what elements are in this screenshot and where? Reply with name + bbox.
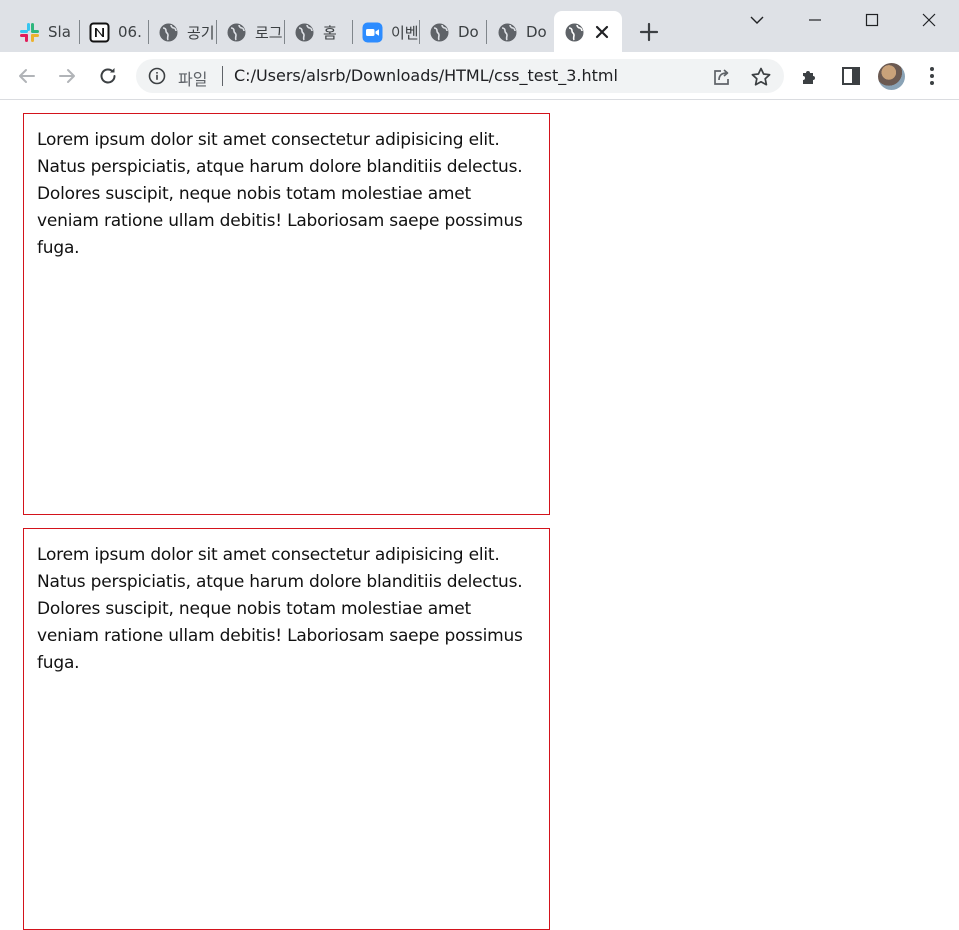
text-box: Lorem ipsum dolor sit amet consectetur a… <box>23 528 550 930</box>
tab-zoom[interactable]: 이벤 <box>352 12 418 52</box>
address-bar[interactable]: 파일 C:/Users/alsrb/Downloads/HTML/css_tes… <box>136 59 784 93</box>
new-tab-icon[interactable] <box>638 21 660 43</box>
globe-icon <box>498 23 517 41</box>
site-info-icon[interactable] <box>148 67 166 85</box>
maximize-icon[interactable] <box>857 6 887 34</box>
share-icon[interactable] <box>710 66 732 88</box>
globe-icon <box>227 23 246 41</box>
side-panel-icon[interactable] <box>839 64 863 88</box>
tab-active[interactable] <box>554 11 622 52</box>
tab-label: 06. <box>118 23 142 41</box>
globe-icon <box>159 23 178 41</box>
bookmark-star-icon[interactable] <box>750 66 772 88</box>
tab-label: Do <box>458 23 479 41</box>
tab-search-chevron-icon[interactable] <box>742 6 772 34</box>
extensions-puzzle-icon[interactable] <box>799 64 823 88</box>
more-menu-icon[interactable] <box>920 64 944 88</box>
tab-3[interactable]: 공기 <box>148 12 216 52</box>
profile-avatar[interactable] <box>878 63 905 90</box>
globe-icon <box>430 23 449 41</box>
globe-icon <box>565 23 584 42</box>
browser-toolbar: 파일 C:/Users/alsrb/Downloads/HTML/css_tes… <box>0 52 959 100</box>
tab-notion[interactable]: 06. <box>79 12 147 52</box>
close-tab-icon[interactable] <box>594 24 610 40</box>
tab-label: Do <box>526 23 547 41</box>
zoom-icon <box>362 22 383 42</box>
url-divider <box>222 66 223 86</box>
close-window-icon[interactable] <box>914 6 944 34</box>
text-box: Lorem ipsum dolor sit amet consectetur a… <box>23 113 550 515</box>
box-paragraph: Lorem ipsum dolor sit amet consectetur a… <box>37 545 523 673</box>
tab-slack[interactable]: Sla <box>9 12 79 52</box>
slack-icon <box>20 22 39 42</box>
reload-icon[interactable] <box>96 64 120 88</box>
tab-label: 홈 <box>323 23 337 42</box>
page-viewport: Lorem ipsum dolor sit amet consectetur a… <box>0 101 959 930</box>
back-arrow-icon[interactable] <box>15 64 39 88</box>
tab-5[interactable]: 홈 <box>284 12 352 52</box>
tab-label: 로그 <box>255 23 283 42</box>
url-scheme-label: 파일 <box>178 70 208 89</box>
box-paragraph: Lorem ipsum dolor sit amet consectetur a… <box>37 130 523 258</box>
tab-8[interactable]: Do <box>487 12 553 52</box>
tab-label: 이벤 <box>391 23 418 42</box>
forward-arrow-icon[interactable] <box>55 64 79 88</box>
tab-strip: Sla 06. 공기 로그 홈 이벤 Do Do <box>0 0 959 52</box>
tab-4[interactable]: 로그 <box>216 12 284 52</box>
tab-7[interactable]: Do <box>419 12 486 52</box>
tab-label: 공기 <box>187 23 215 42</box>
notion-icon <box>89 22 110 42</box>
minimize-icon[interactable] <box>800 6 830 34</box>
url-text[interactable]: C:/Users/alsrb/Downloads/HTML/css_test_3… <box>234 66 618 85</box>
globe-icon <box>295 23 314 41</box>
tab-label: Sla <box>48 23 71 41</box>
